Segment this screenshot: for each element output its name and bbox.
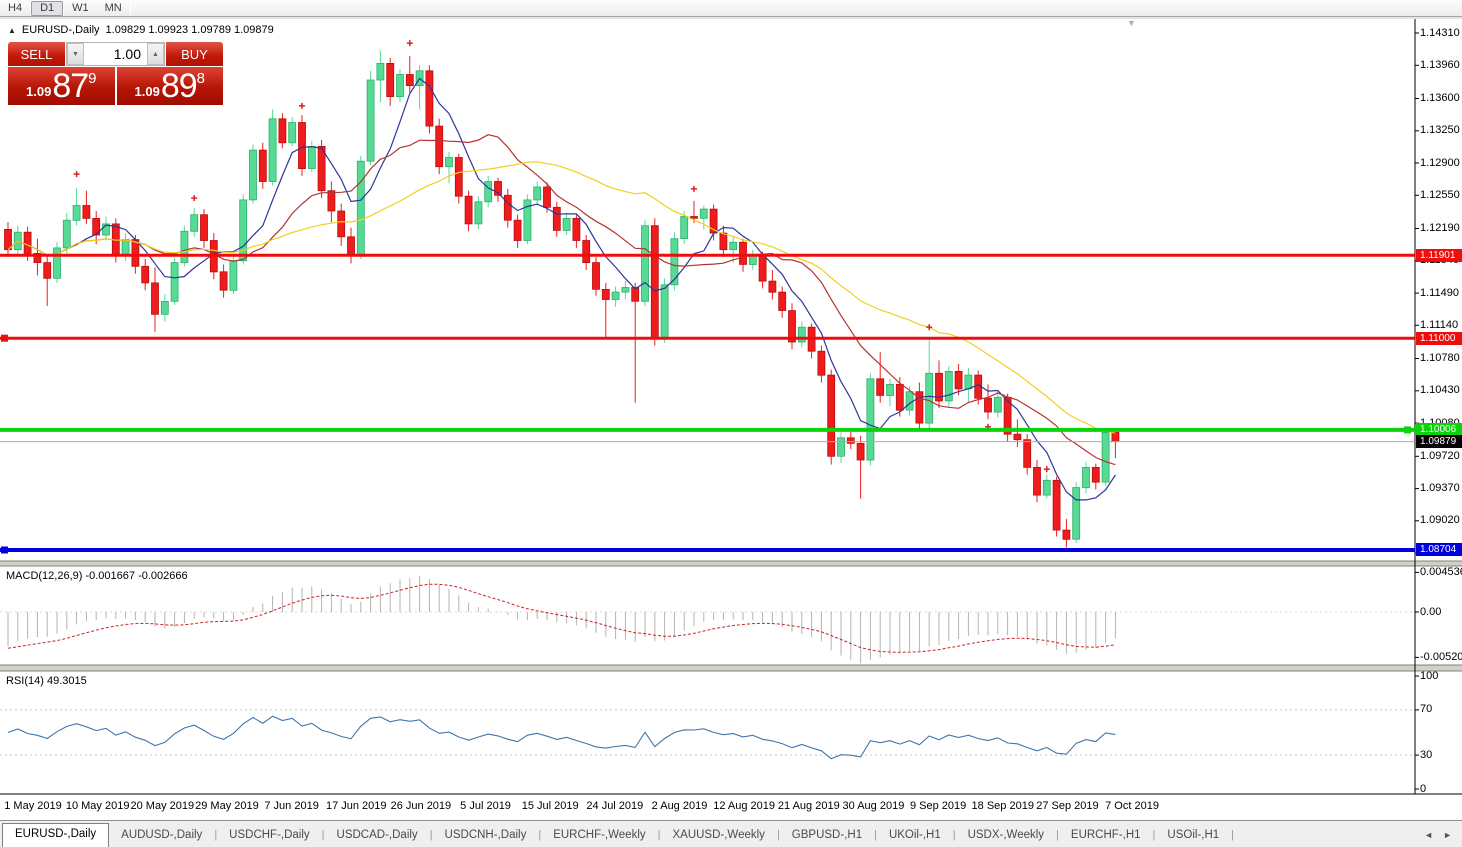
- macd-axis-label: 0.004536: [1420, 566, 1462, 579]
- chart-tab-usdchf-daily[interactable]: USDCHF-,Daily: [217, 825, 322, 847]
- timeframe-button-h4[interactable]: H4: [0, 1, 30, 16]
- chart-tab-usdx-weekly[interactable]: USDX-,Weekly: [956, 825, 1056, 847]
- price-axis-label: 1.13600: [1420, 92, 1462, 105]
- date-axis-label: 18 Sep 2019: [972, 800, 1034, 812]
- buy-button[interactable]: BUY: [166, 42, 223, 66]
- chart-tab-usoil-h1[interactable]: USOil-,H1: [1155, 825, 1231, 847]
- date-axis-label: 15 Jul 2019: [522, 800, 579, 812]
- tab-separator: |: [1231, 829, 1234, 847]
- sell-price-big: 87: [52, 67, 88, 106]
- chart-title: ▲ EURUSD-,Daily 1.09829 1.09923 1.09789 …: [8, 24, 274, 36]
- buy-price-box[interactable]: 1.09898: [117, 67, 224, 105]
- chart-tab-usdcad-daily[interactable]: USDCAD-,Daily: [325, 825, 430, 847]
- chart-tab-usdcnh-daily[interactable]: USDCNH-,Daily: [433, 825, 539, 847]
- price-axis-label: 1.10780: [1420, 352, 1462, 365]
- price-axis-label: 1.12900: [1420, 157, 1462, 170]
- price-axis-label: 1.14310: [1420, 27, 1462, 40]
- date-axis-label: 29 May 2019: [195, 800, 259, 812]
- price-axis-label: 1.10430: [1420, 384, 1462, 397]
- macd-indicator-label: MACD(12,26,9) -0.001667 -0.002666: [6, 570, 188, 582]
- buy-price-big: 89: [161, 67, 197, 106]
- lot-size-input[interactable]: [84, 43, 147, 65]
- timeframe-toolbar: H4 D1 W1 MN: [0, 0, 1462, 17]
- toolbar-separator: [130, 2, 131, 15]
- date-axis-label: 12 Aug 2019: [713, 800, 775, 812]
- current-price-line-tag: 1.09879: [1416, 435, 1462, 448]
- date-axis-label: 30 Aug 2019: [843, 800, 905, 812]
- date-axis-label: 10 May 2019: [66, 800, 130, 812]
- trading-platform-window: H4 D1 W1 MN ▲ EURUSD-,Daily 1.09829 1.09…: [0, 0, 1462, 847]
- date-axis-label: 2 Aug 2019: [652, 800, 708, 812]
- rsi-axis-label: 0: [1420, 783, 1462, 796]
- timeframe-button-w1[interactable]: W1: [64, 1, 97, 16]
- price-axis-label: 1.12550: [1420, 189, 1462, 202]
- rsi-indicator-label: RSI(14) 49.3015: [6, 675, 87, 687]
- price-axis-label: 1.11490: [1420, 287, 1462, 300]
- date-axis-label: 7 Oct 2019: [1105, 800, 1159, 812]
- sell-price-prefix: 1.09: [26, 84, 51, 99]
- buy-price-pip: 8: [197, 70, 205, 87]
- date-axis-label: 27 Sep 2019: [1036, 800, 1098, 812]
- tabs-scroll-arrows: ◄ ►: [1414, 830, 1462, 847]
- date-axis-label: 9 Sep 2019: [910, 800, 966, 812]
- timeframe-button-mn[interactable]: MN: [97, 1, 130, 16]
- chart-tab-eurchf-h1[interactable]: EURCHF-,H1: [1059, 825, 1153, 847]
- price-axis-label: 1.13960: [1420, 59, 1462, 72]
- date-axis-label: 7 Jun 2019: [264, 800, 318, 812]
- macd-axis-label: 0.00: [1420, 606, 1462, 619]
- date-axis-label: 20 May 2019: [130, 800, 194, 812]
- price-axis-label: 1.11140: [1420, 319, 1462, 332]
- price-axis-label: 1.12190: [1420, 222, 1462, 235]
- price-axis-label: 1.09370: [1420, 482, 1462, 495]
- price-axis-label: 1.09020: [1420, 514, 1462, 527]
- timeframe-button-d1[interactable]: D1: [31, 1, 63, 16]
- rsi-axis-label: 100: [1420, 670, 1462, 683]
- date-axis-label: 21 Aug 2019: [778, 800, 840, 812]
- collapse-trade-panel-icon[interactable]: ▲: [8, 26, 16, 35]
- up-arrow-icon: ▲: [152, 51, 159, 58]
- sell-price-box[interactable]: 1.09879: [8, 67, 115, 105]
- macd-axis-label: -0.005205: [1420, 651, 1462, 664]
- chart-tab-audusd-daily[interactable]: AUDUSD-,Daily: [109, 825, 214, 847]
- down-arrow-icon: ▼: [72, 51, 79, 58]
- support-line-1.08704-tag: 1.08704: [1416, 543, 1462, 556]
- date-axis-label: 17 Jun 2019: [326, 800, 387, 812]
- tabs-scroll-right-icon[interactable]: ►: [1443, 830, 1452, 840]
- one-click-trading-panel: SELL ▼ ▲ BUY 1.09879 1.09898: [8, 42, 223, 105]
- lot-increase-button[interactable]: ▲: [147, 43, 164, 65]
- sell-button[interactable]: SELL: [8, 42, 65, 66]
- chart-tab-xauusd-weekly[interactable]: XAUUSD-,Weekly: [660, 825, 776, 847]
- chart-tab-eurchf-weekly[interactable]: EURCHF-,Weekly: [541, 825, 657, 847]
- date-axis-label: 1 May 2019: [4, 800, 61, 812]
- rsi-axis-label: 30: [1420, 749, 1462, 762]
- chart-ohlc-values: 1.09829 1.09923 1.09789 1.09879: [106, 24, 274, 36]
- date-axis-label: 26 Jun 2019: [391, 800, 452, 812]
- date-axis-label: 5 Jul 2019: [460, 800, 511, 812]
- chart-tab-eurusd-daily[interactable]: EURUSD-,Daily: [2, 823, 109, 847]
- chart-tabs-bar: EURUSD-,DailyAUDUSD-,Daily | USDCHF-,Daily…: [0, 820, 1462, 847]
- lot-decrease-button[interactable]: ▼: [67, 43, 84, 65]
- chart-shift-marker-icon[interactable]: ▼: [1127, 18, 1136, 28]
- main-chart-svg[interactable]: [0, 0, 1462, 847]
- tabs-scroll-left-icon[interactable]: ◄: [1424, 830, 1433, 840]
- resistance-line-1.11901-tag: 1.11901: [1416, 249, 1462, 262]
- chart-tab-gbpusd-h1[interactable]: GBPUSD-,H1: [780, 825, 874, 847]
- buy-price-prefix: 1.09: [135, 84, 160, 99]
- lot-size-spinner: ▼ ▲: [66, 42, 165, 66]
- date-axis-label: 24 Jul 2019: [586, 800, 643, 812]
- price-axis-label: 1.09720: [1420, 450, 1462, 463]
- sell-price-pip: 9: [88, 70, 96, 87]
- chart-tab-ukoil-h1[interactable]: UKOil-,H1: [877, 825, 953, 847]
- chart-symbol-label: EURUSD-,Daily: [22, 24, 100, 36]
- resistance-line-1.11000-tag: 1.11000: [1416, 332, 1462, 345]
- rsi-axis-label: 70: [1420, 703, 1462, 716]
- price-axis-label: 1.13250: [1420, 124, 1462, 137]
